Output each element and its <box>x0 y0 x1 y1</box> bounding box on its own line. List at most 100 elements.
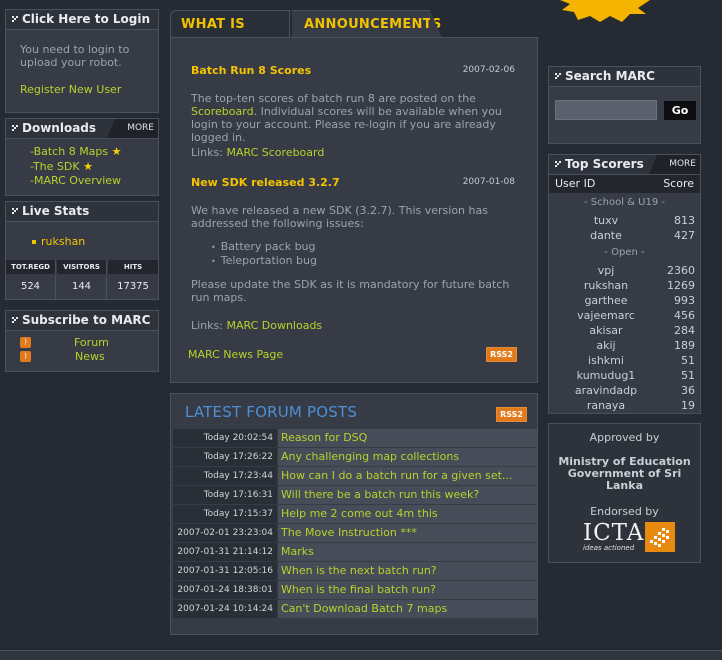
scoreboard-link[interactable]: Scoreboard <box>191 105 254 118</box>
scorer-score: 189 <box>674 339 695 352</box>
forum-post-link[interactable]: Will there be a batch run this week? <box>278 486 537 504</box>
scorer-row[interactable]: aravindadp 36 <box>549 384 701 399</box>
forum-post-link[interactable]: Reason for DSQ <box>278 429 537 447</box>
scorer-name[interactable]: garthee <box>549 294 663 307</box>
subscribe-news[interactable]: ) News <box>20 350 150 363</box>
stat-value: 144 <box>57 275 107 299</box>
stat-header: VISITORS <box>57 260 107 274</box>
announcement-links: Links: MARC Scoreboard <box>191 146 325 159</box>
downloads-more-button[interactable]: MORE <box>107 119 158 138</box>
issue-list: • Battery pack bug • Teleportation bug <box>211 240 317 268</box>
scorer-row[interactable]: ranaya 19 <box>549 399 701 414</box>
go-button[interactable]: Go <box>664 101 696 120</box>
stats-table: TOT.REGD VISITORS HITS 524 144 17375 <box>6 260 158 299</box>
scorer-name[interactable]: rukshan <box>549 279 663 292</box>
tab-corner <box>430 10 442 38</box>
forum-post-row[interactable]: Today 17:26:22 Any challenging map collec… <box>173 448 537 466</box>
sponsors-panel: Approved by Ministry of Education Govern… <box>548 423 701 563</box>
scorer-name[interactable]: akij <box>549 339 663 352</box>
forum-post-row[interactable]: 2007-01-24 18:38:01 When is the final bat… <box>173 581 537 599</box>
forum-post-link[interactable]: Any challenging map collections <box>278 448 537 466</box>
forum-post-row[interactable]: Today 17:23:44 How can I do a batch run f… <box>173 467 537 485</box>
marc-scoreboard-link[interactable]: MARC Scoreboard <box>226 146 324 159</box>
scorer-name[interactable]: kumudug1 <box>549 369 663 382</box>
footer-bar <box>0 650 722 660</box>
downloads-panel: Downloads MORE -Batch 8 Maps ★ -The SDK … <box>5 118 159 196</box>
scorer-row[interactable]: vajeemarc 456 <box>549 309 701 324</box>
ministry-name[interactable]: Ministry of Education Government of Sri … <box>549 456 700 492</box>
scorer-name[interactable]: tuxv <box>549 214 663 227</box>
scorer-name[interactable]: akisar <box>549 324 663 337</box>
forum-post-link[interactable]: Marks <box>278 543 537 561</box>
scorer-row[interactable]: dante 427 <box>549 229 701 244</box>
scorer-row[interactable]: akij 189 <box>549 339 701 354</box>
forum-post-list: Today 20:02:54 Reason for DSQ Today 17:26:… <box>171 429 537 621</box>
endorsed-by-label: Endorsed by <box>590 505 659 518</box>
login-title[interactable]: Click Here to Login <box>22 12 150 26</box>
announcement-body: Please update the SDK as it is mandatory… <box>191 278 510 304</box>
forum-post-link[interactable]: How can I do a batch run for a given set… <box>278 467 537 485</box>
scorer-row[interactable]: rukshan 1269 <box>549 279 701 294</box>
forum-post-row[interactable]: 2007-01-24 10:14:24 Can't Download Batch … <box>173 600 537 618</box>
scorer-name[interactable]: vpj <box>549 264 663 277</box>
scorer-name[interactable]: ranaya <box>549 399 663 412</box>
login-header[interactable]: Click Here to Login <box>6 10 158 30</box>
scorer-score: 36 <box>681 384 695 397</box>
download-item[interactable]: -Batch 8 Maps ★ <box>30 145 122 158</box>
stat-header: TOT.REGD <box>6 260 56 274</box>
subscribe-forum[interactable]: ) Forum <box>20 336 150 349</box>
search-input[interactable] <box>555 100 657 120</box>
forum-post-link[interactable]: When is the next batch run? <box>278 562 537 580</box>
announcement-title: New SDK released 3.2.7 <box>191 176 340 189</box>
forum-post-link[interactable]: When is the final batch run? <box>278 581 537 599</box>
scorer-name[interactable]: aravindadp <box>549 384 663 397</box>
marc-downloads-link[interactable]: MARC Downloads <box>226 319 322 332</box>
scorer-row[interactable]: kumudug1 51 <box>549 369 701 384</box>
scorer-row[interactable]: tuxv 813 <box>549 214 701 229</box>
register-link[interactable]: Register New User <box>20 83 121 96</box>
list-item: • Battery pack bug <box>211 240 316 253</box>
forum-post-row[interactable]: Today 20:02:54 Reason for DSQ <box>173 429 537 447</box>
forum-post-time: 2007-01-31 12:05:16 <box>173 562 277 580</box>
search-panel: Search MARC Go <box>548 66 701 144</box>
scorer-row[interactable]: garthee 993 <box>549 294 701 309</box>
news-page-link[interactable]: MARC News Page <box>188 348 283 361</box>
scorer-row[interactable]: ishkmi 51 <box>549 354 701 369</box>
forum-panel: LATEST FORUM POSTS RSS2 Today 20:02:54 Re… <box>170 393 538 635</box>
forum-post-link[interactable]: Can't Download Batch 7 maps <box>278 600 537 618</box>
announcement-body: The top-ten scores of batch run 8 are po… <box>191 92 502 144</box>
tab-what-is-marc[interactable]: WHAT IS MARC? <box>170 10 290 60</box>
scorer-score: 1269 <box>667 279 695 292</box>
forum-post-time: Today 17:23:44 <box>173 467 277 485</box>
scorer-row[interactable]: vpj 2360 <box>549 264 701 279</box>
scorer-name[interactable]: ishkmi <box>549 354 663 367</box>
forum-post-row[interactable]: Today 17:15:37 Help me 2 come out 4m this <box>173 505 537 523</box>
forum-post-time: 2007-02-01 23:23:04 <box>173 524 277 542</box>
scorer-score: 19 <box>681 399 695 412</box>
stat-value: 524 <box>6 275 56 299</box>
live-stats-title: Live Stats <box>22 204 90 218</box>
online-user[interactable]: rukshan <box>32 235 85 248</box>
rss-feed-icon: ) <box>20 351 31 362</box>
forum-post-row[interactable]: Today 17:16:31 Will there be a batch run … <box>173 486 537 504</box>
forum-post-time: Today 17:15:37 <box>173 505 277 523</box>
icta-logo[interactable]: ICTA ideas actioned <box>583 520 677 554</box>
announcement-links: Links: MARC Downloads <box>191 319 323 332</box>
scorer-name[interactable]: vajeemarc <box>549 309 663 322</box>
forum-post-row[interactable]: 2007-02-01 23:23:04 The Move Instruction … <box>173 524 537 542</box>
login-panel: Click Here to Login You need to login to… <box>5 9 159 113</box>
dots-icon <box>12 208 18 214</box>
scorer-row[interactable]: akisar 284 <box>549 324 701 339</box>
forum-post-link[interactable]: Help me 2 come out 4m this <box>278 505 537 523</box>
forum-post-row[interactable]: 2007-01-31 12:05:16 When is the next batc… <box>173 562 537 580</box>
rss-feed-icon: ) <box>20 337 31 348</box>
forum-rss-button[interactable]: RSS2 <box>496 407 527 422</box>
forum-post-link[interactable]: The Move Instruction *** <box>278 524 537 542</box>
rss-button[interactable]: RSS2 <box>486 347 517 362</box>
tab-announcements[interactable]: ANNOUNCEMENTS <box>292 10 441 38</box>
download-item[interactable]: -MARC Overview <box>30 174 121 187</box>
download-item[interactable]: -The SDK ★ <box>30 160 93 173</box>
scorer-score: 993 <box>674 294 695 307</box>
forum-post-row[interactable]: 2007-01-31 21:14:12 Marks <box>173 543 537 561</box>
scorer-name[interactable]: dante <box>549 229 663 242</box>
